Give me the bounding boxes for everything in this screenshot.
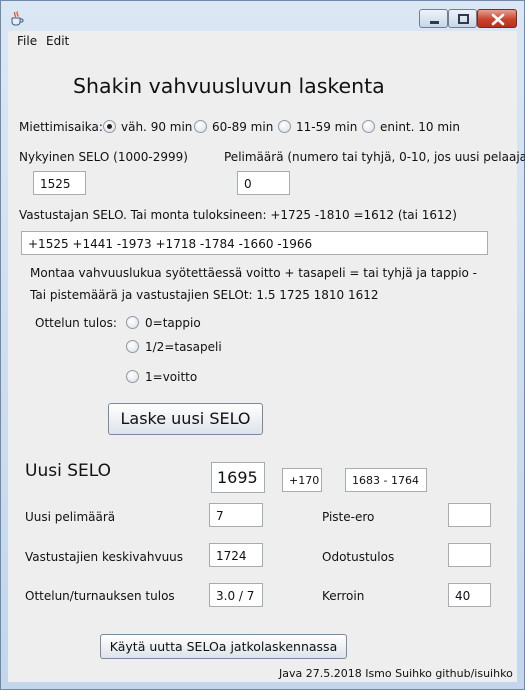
radio-label-max10[interactable]: enint. 10 min (380, 120, 460, 134)
new-games-value: 7 (209, 503, 263, 527)
thinking-time-label: Miettimisaika: (19, 120, 103, 134)
radio-thinking-11-59[interactable] (278, 120, 291, 133)
menu-edit[interactable]: Edit (46, 34, 69, 48)
radio-result-loss[interactable] (126, 316, 139, 329)
maximize-button[interactable] (448, 9, 477, 28)
radio-result-draw[interactable] (126, 340, 139, 353)
avg-strength-label: Vastustajien keskivahvuus (25, 550, 184, 564)
match-result-total-value: 3.0 / 7 (209, 583, 263, 607)
opponents-label: Vastustajan SELO. Tai monta tuloksineen:… (19, 208, 457, 222)
footer-credit: Java 27.5.2018 Ismo Suihko github/isuihk… (279, 667, 513, 680)
match-result-label: Ottelun tulos: (35, 316, 117, 330)
match-result-total-label: Ottelun/turnauksen tulos (25, 589, 175, 603)
radio-label-loss[interactable]: 0=tappio (145, 316, 201, 330)
calculate-selo-button[interactable]: Laske uusi SELO (108, 403, 263, 435)
radio-label-60-89[interactable]: 60-89 min (212, 120, 273, 134)
title-bar[interactable] (1, 1, 522, 31)
opponents-input[interactable]: +1525 +1441 -1973 +1718 -1784 -1660 -196… (21, 231, 488, 255)
minimize-icon (430, 21, 439, 24)
menu-bar: File Edit (8, 31, 517, 53)
radio-thinking-90plus[interactable] (103, 120, 116, 133)
expected-result-value (448, 543, 491, 567)
use-new-selo-button[interactable]: Käytä uutta SELOa jatkolaskennassa (100, 634, 347, 659)
page-title: Shakin vahvuusluvun laskenta (73, 74, 385, 98)
java-cup-icon (9, 10, 25, 26)
radio-thinking-60-89[interactable] (194, 120, 207, 133)
radio-label-win[interactable]: 1=voitto (145, 370, 197, 384)
opponents-help-1: Montaa vahvuuslukua syötettäessä voitto … (30, 266, 478, 280)
radio-label-11-59[interactable]: 11-59 min (296, 120, 357, 134)
content-panel: Shakin vahvuusluvun laskenta Miettimisai… (8, 53, 525, 682)
games-count-input[interactable]: 0 (237, 171, 290, 195)
radio-result-win[interactable] (126, 370, 139, 383)
point-diff-value (448, 503, 491, 527)
point-diff-label: Piste-ero (322, 510, 375, 524)
avg-strength-value: 1724 (209, 543, 263, 567)
close-button[interactable] (477, 9, 517, 28)
minimize-button[interactable] (419, 9, 448, 28)
games-count-label: Pelimäärä (numero tai tyhjä, 0-10, jos u… (224, 150, 525, 164)
selo-range-value: 1683 - 1764 (345, 468, 427, 492)
radio-label-90plus[interactable]: väh. 90 min (121, 120, 192, 134)
radio-thinking-max10[interactable] (362, 120, 375, 133)
current-selo-input[interactable]: 1525 (33, 171, 86, 195)
factor-label: Kerroin (322, 589, 365, 603)
close-icon (491, 13, 505, 26)
new-selo-label: Uusi SELO (25, 461, 111, 481)
opponents-help-2: Tai pistemäärä ja vastustajien SELOt: 1.… (30, 288, 379, 302)
expected-result-label: Odotustulos (322, 550, 395, 564)
radio-label-draw[interactable]: 1/2=tasapeli (145, 340, 222, 354)
new-selo-value: 1695 (211, 462, 265, 493)
new-games-label: Uusi pelimäärä (25, 510, 116, 524)
maximize-icon (458, 14, 469, 24)
selo-change-value: +170 (282, 468, 322, 492)
factor-value: 40 (448, 583, 491, 607)
menu-file[interactable]: File (17, 34, 37, 48)
current-selo-label: Nykyinen SELO (1000-2999) (19, 150, 188, 164)
